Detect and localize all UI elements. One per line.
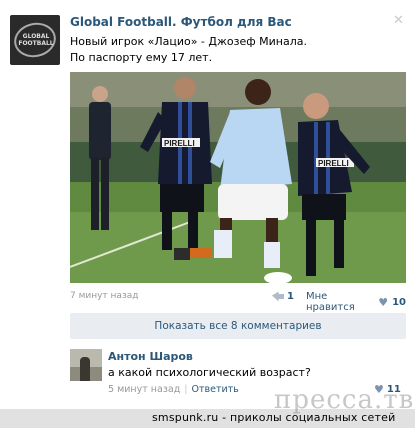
share-button[interactable]: 1	[272, 291, 294, 302]
post-meta: 7 минут назад 1 Мне нравится ♥ 10	[70, 291, 406, 313]
like-label: Мне нравится	[306, 291, 355, 313]
post-photo[interactable]: PIRELLI PIRELLI	[70, 72, 406, 283]
close-icon[interactable]: ✕	[393, 13, 404, 28]
comment-text: а какой психологический возраст?	[108, 366, 311, 379]
like-count: 10	[392, 296, 406, 308]
comment-time[interactable]: 5 минут назад	[108, 384, 180, 395]
community-avatar[interactable]: GLOBAL FOOTBALL	[10, 15, 60, 65]
reply-link[interactable]: Ответить	[191, 384, 238, 395]
right-shirt-logo: PIRELLI	[318, 159, 349, 168]
post-author-link[interactable]: Global Football. Футбол для Вас	[70, 15, 292, 29]
post-time[interactable]: 7 минут назад	[70, 291, 138, 301]
photo-illustration: PIRELLI PIRELLI	[70, 72, 406, 283]
comment-avatar[interactable]	[70, 349, 102, 381]
comment-author-link[interactable]: Антон Шаров	[108, 350, 193, 363]
left-shirt-logo: PIRELLI	[164, 139, 195, 148]
comment-meta: 5 минут назад | Ответить	[108, 384, 239, 395]
post-text: Новый игрок «Лацио» - Джозеф Минала. По …	[70, 34, 307, 66]
share-count: 1	[287, 291, 294, 302]
share-icon	[272, 291, 284, 302]
like-button[interactable]: Мне нравится ♥ 10	[306, 291, 406, 313]
show-all-comments-button[interactable]: Показать все 8 комментариев	[70, 313, 406, 339]
post-text-line: Новый игрок «Лацио» - Джозеф Минала.	[70, 35, 307, 48]
meta-separator: |	[184, 384, 188, 395]
post-text-line: По паспорту ему 17 лет.	[70, 51, 213, 64]
heart-icon: ♥	[378, 295, 389, 309]
watermark: пресса.тв	[274, 385, 415, 415]
avatar-logo-text: GLOBAL FOOTBALL	[18, 33, 54, 47]
avatar-figure	[80, 357, 90, 381]
